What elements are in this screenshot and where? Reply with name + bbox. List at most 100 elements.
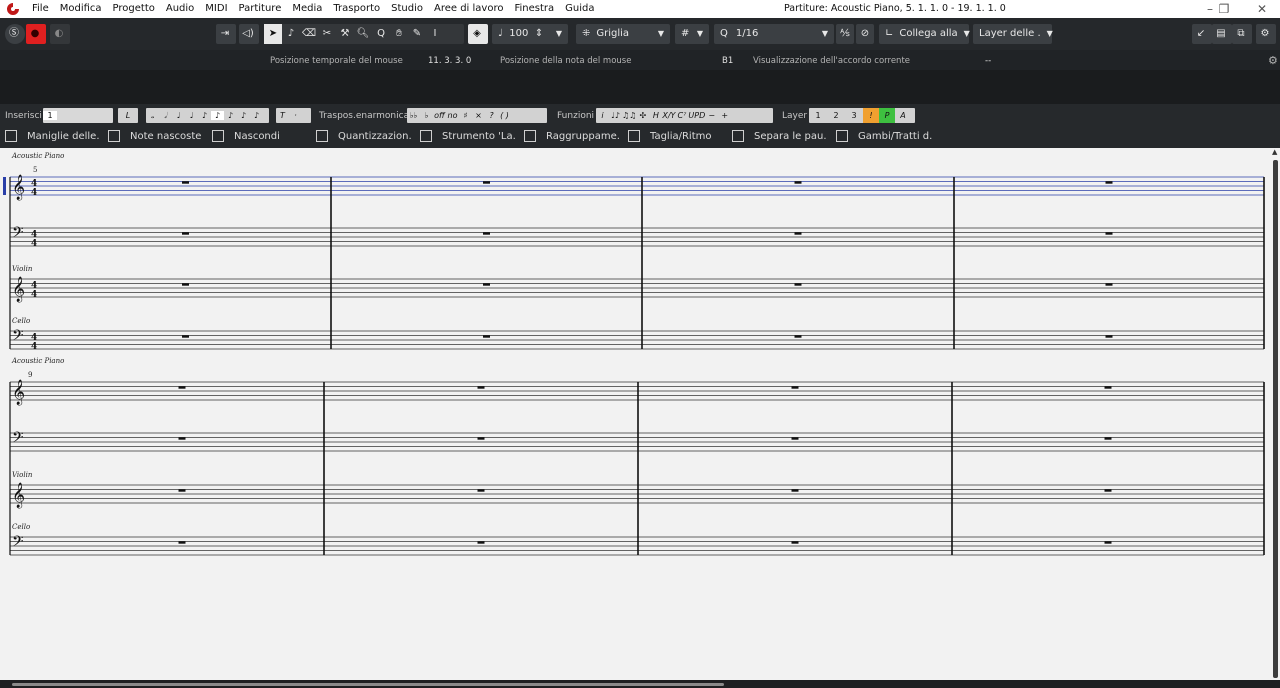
pointer-tool-icon[interactable]: ➤: [264, 24, 282, 44]
menu-progetto[interactable]: Progetto: [113, 3, 155, 14]
collapse-button[interactable]: ↙: [1192, 24, 1212, 44]
restore-icon[interactable]: ❐: [1210, 1, 1238, 17]
velocity-field[interactable]: ♩ 100 ⇕ ▼: [492, 24, 568, 44]
off-button[interactable]: off: [433, 111, 446, 120]
sixteenth-note-icon[interactable]: ♪: [198, 111, 211, 120]
checkbox-icon[interactable]: [212, 130, 224, 142]
grace-note-button[interactable]: ♩♪: [609, 111, 622, 120]
thirtysecond-note-icon[interactable]: ♪: [224, 111, 237, 120]
menu-finestra[interactable]: Finestra: [514, 3, 554, 14]
checkbox-grouping[interactable]: Raggruppame.: [524, 130, 620, 142]
flip-button[interactable]: X/Y: [662, 111, 675, 120]
info-button[interactable]: i: [596, 111, 609, 120]
eraser-tool-icon[interactable]: ⌫: [300, 24, 318, 44]
layer-lock-button[interactable]: !: [863, 108, 879, 123]
horizontal-scrollbar[interactable]: [0, 680, 1280, 688]
dot-button[interactable]: ·: [289, 111, 302, 120]
horizontal-scroll-thumb[interactable]: [12, 683, 724, 686]
link-mode-select[interactable]: ∟ Collega alla ▼: [879, 24, 970, 44]
menu-aree-di-lavoro[interactable]: Aree di lavoro: [434, 3, 503, 14]
menu-studio[interactable]: Studio: [391, 3, 423, 14]
layer-mode-select[interactable]: Layer delle . ▼: [973, 24, 1053, 44]
selected-note-icon[interactable]: ♪: [211, 111, 224, 120]
autolayout-button[interactable]: ✣: [636, 111, 649, 120]
gear-icon[interactable]: ⚙: [1268, 54, 1278, 67]
menu-guida[interactable]: Guida: [565, 3, 594, 14]
score-page[interactable]: Acoustic Piano5𝄞 44𝄢 44𝄞 44Violin𝄢 44CelloAc…: [0, 148, 1270, 680]
settings-button[interactable]: ⚙: [1256, 24, 1276, 44]
velocity-stepper-icon[interactable]: ⇕: [535, 24, 543, 44]
vertical-scrollbar[interactable]: ▲: [1270, 148, 1280, 680]
checkbox-quantize[interactable]: Quantizzazion.: [316, 130, 412, 142]
minus-button[interactable]: −: [705, 111, 718, 120]
checkbox-icon[interactable]: [732, 130, 744, 142]
checkbox-icon[interactable]: [836, 130, 848, 142]
checkbox-layout-tool[interactable]: Strumento 'La.: [420, 130, 516, 142]
t-button[interactable]: T: [276, 111, 289, 120]
pencil-tool-icon[interactable]: ✎: [408, 24, 426, 44]
checkbox-icon[interactable]: [420, 130, 432, 142]
checkbox-split-rests[interactable]: Separa le pau.: [732, 130, 827, 142]
vertical-scroll-thumb[interactable]: [1273, 160, 1278, 678]
solo-button[interactable]: Ⓢ: [5, 24, 25, 44]
layer-a-button[interactable]: A: [895, 111, 911, 120]
checkbox-handles[interactable]: Maniglie delle.: [5, 130, 100, 142]
double-sharp-button[interactable]: ×: [472, 111, 485, 120]
sharp-button[interactable]: ♯: [459, 111, 472, 120]
l-button[interactable]: L: [118, 108, 138, 123]
quarter-note-icon[interactable]: ♩: [172, 111, 185, 120]
note-tool-icon[interactable]: ♪: [282, 24, 300, 44]
close-icon[interactable]: ✕: [1248, 1, 1276, 17]
layer-2-button[interactable]: 2: [827, 111, 845, 120]
checkbox-icon[interactable]: [524, 130, 536, 142]
layer-3-button[interactable]: 3: [845, 111, 863, 120]
checkbox-cut-notes[interactable]: Taglia/Ritmo: [628, 130, 712, 142]
layer-1-button[interactable]: 1: [809, 111, 827, 120]
checkbox-icon[interactable]: [108, 130, 120, 142]
menu-media[interactable]: Media: [292, 3, 322, 14]
eighth-note-icon[interactable]: ♩: [185, 111, 198, 120]
layer-display-button[interactable]: ◈: [468, 24, 488, 44]
autoscroll-button[interactable]: ⇥: [216, 24, 236, 44]
menu-trasporto[interactable]: Trasporto: [333, 3, 380, 14]
menu-midi[interactable]: MIDI: [205, 3, 227, 14]
plus-button[interactable]: +: [718, 111, 731, 120]
half-note-icon[interactable]: 𝅗𝅥: [159, 111, 172, 121]
brackets-button[interactable]: ( ): [498, 111, 511, 120]
chevron-down-icon[interactable]: ▼: [556, 24, 562, 44]
question-button[interactable]: ?: [485, 111, 498, 120]
sixtyfourth-note-icon[interactable]: ♪: [237, 111, 250, 120]
checkbox-hide[interactable]: Nascondi: [212, 130, 280, 142]
checkbox-stems-beams[interactable]: Gambi/Tratti d.: [836, 130, 932, 142]
whole-note-icon[interactable]: 𝅝: [146, 111, 159, 121]
menu-modifica[interactable]: Modifica: [60, 3, 102, 14]
group-button[interactable]: ♫♫: [622, 111, 636, 120]
menu-audio[interactable]: Audio: [166, 3, 194, 14]
zoom-tool-icon[interactable]: 🔍︎: [354, 24, 372, 44]
iterative-quantize-button[interactable]: ⊘: [856, 24, 874, 44]
layer-p-button[interactable]: P: [879, 108, 895, 123]
checkbox-icon[interactable]: [316, 130, 328, 142]
window-layout-button[interactable]: ⧉: [1232, 24, 1252, 44]
chord-symbol-button[interactable]: C⁷: [675, 111, 688, 120]
quantize-select[interactable]: Q 1/16 ▼: [714, 24, 834, 44]
inspector-toggle-button[interactable]: ▤: [1212, 24, 1232, 44]
update-button[interactable]: UPD: [688, 111, 705, 120]
checkbox-hidden-notes[interactable]: Note nascoste: [108, 130, 201, 142]
double-flat-button[interactable]: ♭♭: [407, 111, 420, 120]
glue-tool-icon[interactable]: ⚒: [336, 24, 354, 44]
checkbox-icon[interactable]: [628, 130, 640, 142]
hide-button[interactable]: H: [649, 111, 662, 120]
flat-button[interactable]: ♭: [420, 111, 433, 120]
text-tool-icon[interactable]: I: [426, 24, 444, 44]
scroll-up-icon[interactable]: ▲: [1272, 148, 1277, 156]
record-button[interactable]: ●: [26, 24, 46, 44]
menu-file[interactable]: File: [32, 3, 49, 14]
snap-mode-select[interactable]: ⁜ Griglia ▼: [576, 24, 670, 44]
monitor-button[interactable]: ◐: [50, 24, 70, 44]
checkbox-icon[interactable]: [5, 130, 17, 142]
tuplet-button[interactable]: ⅍: [836, 24, 854, 44]
layout-tool-icon[interactable]: Q: [372, 24, 390, 44]
insert-value-field[interactable]: 1: [43, 108, 113, 123]
scissors-tool-icon[interactable]: ✂: [318, 24, 336, 44]
